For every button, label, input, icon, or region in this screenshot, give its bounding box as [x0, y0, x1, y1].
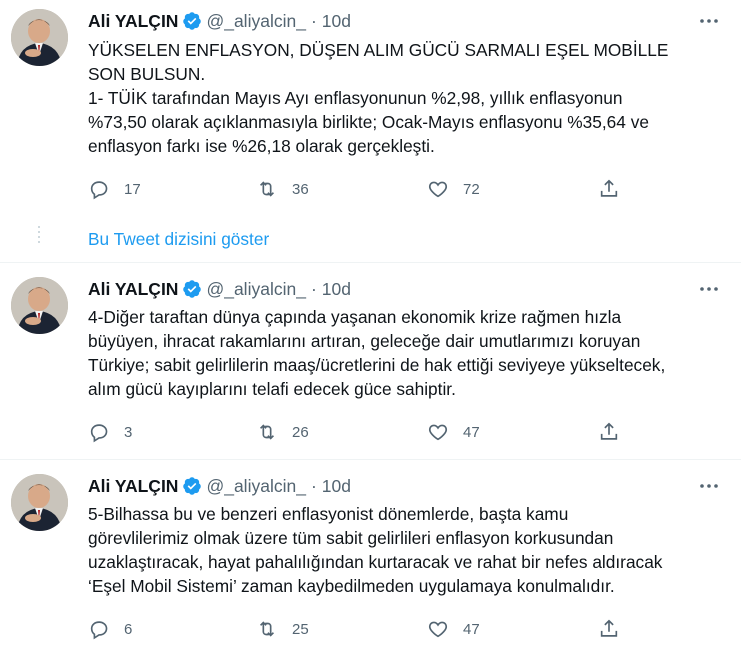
verified-badge-icon	[182, 11, 202, 31]
avatar-photo	[11, 474, 68, 531]
author-handle[interactable]: @_aliyalcin_	[206, 476, 305, 497]
avatar-photo	[11, 277, 68, 334]
share-icon	[600, 179, 618, 197]
tweet[interactable]: Ali YALÇIN @_aliyalcin_ · 10d 5-Bilhassa…	[0, 460, 741, 655]
share-icon	[600, 422, 618, 440]
retweet-button[interactable]: 25	[256, 617, 309, 641]
like-button[interactable]: 72	[427, 177, 480, 201]
retweet-icon	[259, 424, 275, 440]
avatar[interactable]	[11, 474, 68, 531]
reply-icon	[90, 424, 108, 443]
share-button[interactable]	[598, 420, 620, 444]
like-count: 47	[463, 423, 480, 441]
verified-badge-icon	[182, 279, 202, 299]
tweet[interactable]: Ali YALÇIN @_aliyalcin_ · 10d 4-Diğer ta…	[0, 263, 741, 459]
avatar[interactable]	[11, 277, 68, 334]
separator-dot: ·	[310, 10, 317, 31]
retweet-count: 26	[292, 423, 309, 441]
author-name[interactable]: Ali YALÇIN	[88, 279, 178, 300]
tweet-timestamp[interactable]: 10d	[322, 476, 351, 497]
retweet-count: 36	[292, 180, 309, 198]
reply-count: 3	[124, 423, 133, 441]
author-handle[interactable]: @_aliyalcin_	[206, 279, 305, 300]
tweet-header: Ali YALÇIN @_aliyalcin_ · 10d	[88, 9, 351, 33]
tweet-text: YÜKSELEN ENFLASYON, DÜŞEN ALIM GÜCÜ SARM…	[88, 40, 669, 156]
share-button[interactable]	[598, 617, 620, 641]
avatar-photo	[11, 9, 68, 66]
reply-count: 17	[124, 180, 141, 198]
tweet-timestamp[interactable]: 10d	[322, 279, 351, 300]
retweet-button[interactable]: 36	[256, 177, 309, 201]
tweet-actions: 6 25 47	[88, 617, 628, 641]
like-count: 47	[463, 620, 480, 638]
retweet-count: 25	[292, 620, 309, 638]
tweet-actions: 3 26 47	[88, 420, 628, 444]
author-handle[interactable]: @_aliyalcin_	[206, 11, 305, 32]
show-thread-link[interactable]: Bu Tweet dizisini göster	[88, 229, 269, 250]
like-count: 72	[463, 180, 480, 198]
tweet-text: 4-Diğer taraftan dünya çapında yaşanan e…	[88, 307, 666, 399]
heart-icon	[428, 621, 448, 638]
reply-button[interactable]: 6	[88, 617, 132, 641]
separator-dot: ·	[310, 475, 317, 496]
reply-button[interactable]: 17	[88, 177, 141, 201]
like-button[interactable]: 47	[427, 420, 480, 444]
author-name[interactable]: Ali YALÇIN	[88, 11, 178, 32]
retweet-icon	[259, 181, 275, 197]
retweet-button[interactable]: 26	[256, 420, 309, 444]
reply-button[interactable]: 3	[88, 420, 132, 444]
heart-icon	[428, 181, 448, 198]
more-options-icon[interactable]	[697, 474, 721, 498]
more-options-icon[interactable]	[697, 277, 721, 301]
tweet[interactable]: Ali YALÇIN @_aliyalcin_ · 10d YÜKSELEN E…	[0, 0, 741, 262]
tweet-text: 5-Bilhassa bu ve benzeri enflasyonist dö…	[88, 504, 663, 596]
more-options-icon[interactable]	[697, 9, 721, 33]
reply-count: 6	[124, 620, 133, 638]
tweet-header: Ali YALÇIN @_aliyalcin_ · 10d	[88, 474, 351, 498]
retweet-icon	[259, 621, 275, 637]
like-button[interactable]: 47	[427, 617, 480, 641]
share-icon	[600, 619, 618, 637]
verified-badge-icon	[182, 476, 202, 496]
reply-icon	[90, 621, 108, 640]
tweet-timestamp[interactable]: 10d	[322, 11, 351, 32]
author-name[interactable]: Ali YALÇIN	[88, 476, 178, 497]
reply-icon	[90, 181, 108, 200]
separator-dot: ·	[310, 278, 317, 299]
share-button[interactable]	[598, 177, 620, 201]
tweet-actions: 17 36 72	[88, 177, 628, 201]
avatar[interactable]	[11, 9, 68, 66]
tweet-header: Ali YALÇIN @_aliyalcin_ · 10d	[88, 277, 351, 301]
heart-icon	[428, 424, 448, 441]
